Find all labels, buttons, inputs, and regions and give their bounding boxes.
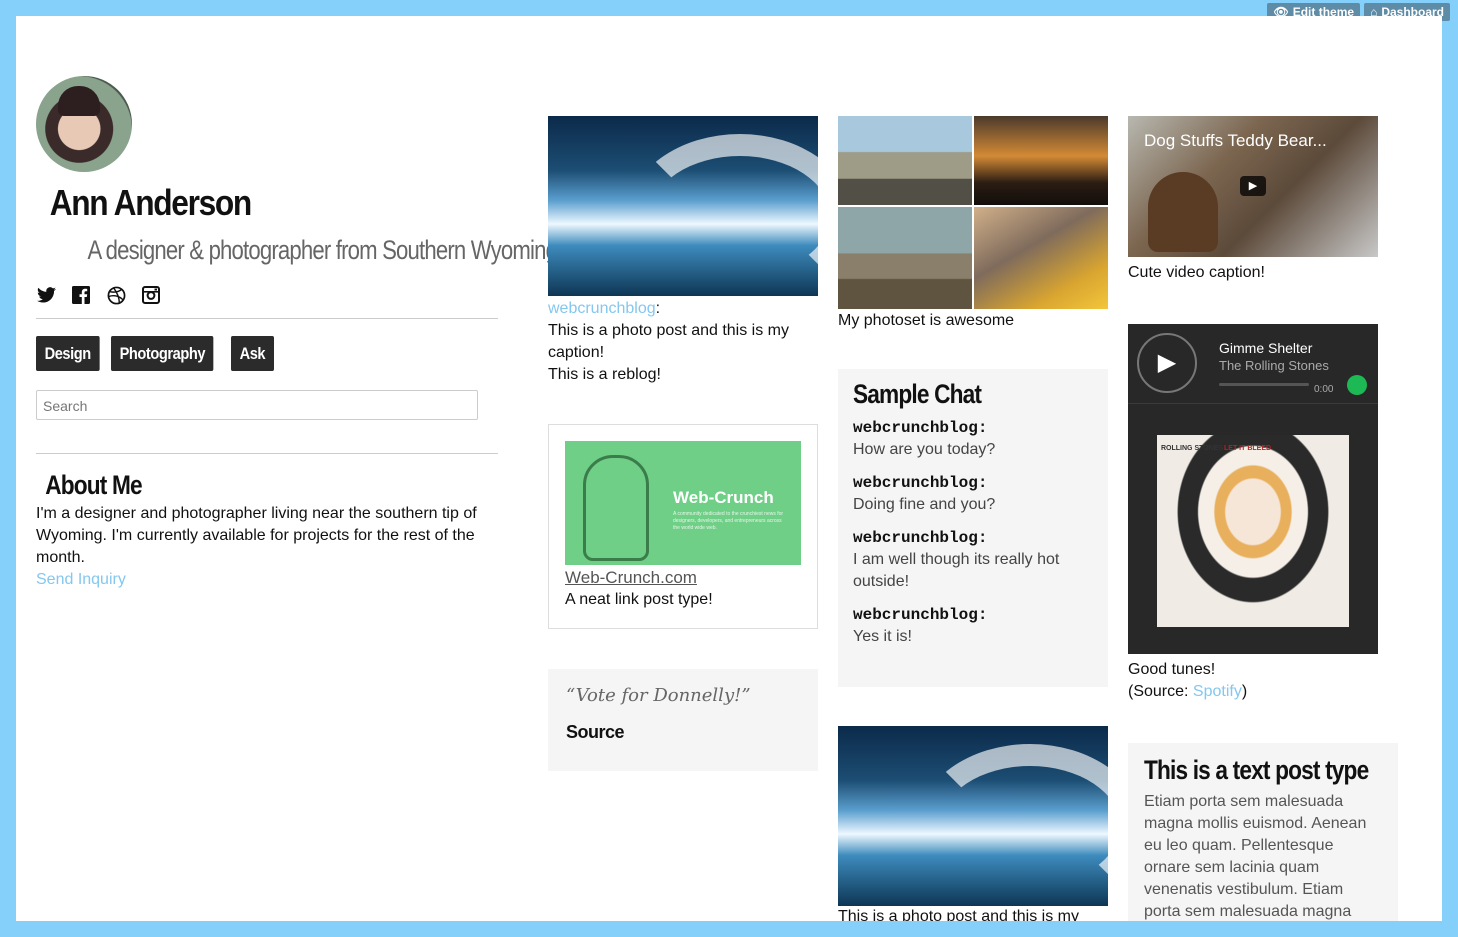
spotify-link[interactable]: Spotify [1193,683,1242,700]
video-title: Dog Stuffs Teddy Bear... [1144,131,1327,150]
facebook-icon[interactable] [71,285,91,305]
chat-post: Sample Chat webcrunchblog: How are you t… [838,369,1108,687]
page-frame: Ann Anderson A designer & photographer f… [16,16,1442,921]
chat-speaker: webcrunchblog: [853,529,988,547]
link-description: A neat link post type! [565,591,713,608]
nav-menu: Design Photography Ask [36,336,281,371]
avatar [36,76,132,172]
photoset-grid [838,116,1108,309]
link-thumbnail[interactable]: Web-Crunch A community dedicated to the … [565,441,801,565]
link-url[interactable]: Web-Crunch.com [565,567,801,589]
video-player[interactable]: Dog Stuffs Teddy Bear... ▶ [1128,116,1378,257]
about-heading: About Me [45,470,142,500]
audio-caption: Good tunes! [1128,661,1216,678]
chat-line: webcrunchblog: Yes it is! [853,604,1093,648]
photo-caption: This is a photo post and this is my capt… [548,322,789,361]
audio-source: (Source: Spotify) [1128,683,1248,700]
reblog-user-link[interactable]: webcrunchblog [548,300,656,317]
album-art: ROLLING STONES LET IT BLEED [1157,435,1349,627]
album-label: ROLLING STONES [1161,445,1224,452]
social-links [36,285,161,305]
photo-post: This is a photo post and this is my [838,726,1108,921]
nav-design[interactable]: Design [36,336,100,371]
text-post: This is a text post type Etiam porta sem… [1128,743,1398,921]
photoset-post: My photoset is awesome [838,116,1108,332]
divider [1128,403,1378,404]
video-post: Dog Stuffs Teddy Bear... ▶ Cute video ca… [1128,116,1398,284]
twitter-icon[interactable] [36,285,56,305]
teddy-bear-image [1148,172,1218,252]
photoset-image[interactable] [838,116,972,205]
chat-title: Sample Chat [853,379,982,409]
chat-message: Doing fine and you? [853,496,996,513]
blog-description: A designer & photographer from Southern … [87,235,558,265]
send-inquiry-link[interactable]: Send Inquiry [36,569,506,591]
photoset-image[interactable] [974,207,1108,309]
nav-photography[interactable]: Photography [110,336,214,371]
spotify-player: ▶ Gimme Shelter The Rolling Stones 0:00 … [1128,324,1378,654]
dribbble-icon[interactable] [106,285,126,305]
chat-message: How are you today? [853,441,996,458]
album-label: LET IT BLEED [1224,445,1272,452]
photo-image[interactable] [838,726,1108,906]
progress-bar[interactable] [1219,383,1309,386]
track-artist: The Rolling Stones [1219,358,1329,373]
photoset-image[interactable] [838,207,972,309]
dinosaur-icon [583,455,649,561]
chat-speaker: webcrunchblog: [853,419,988,437]
photoset-image[interactable] [974,116,1108,205]
search-input[interactable]: Search [36,390,478,420]
blog-title[interactable]: Ann Anderson [50,182,253,224]
nav-ask[interactable]: Ask [231,336,274,371]
quote-post: “Vote for Donnelly!” Source [548,669,818,771]
link-blurb: A community dedicated to the crunchiest … [673,511,784,531]
reblog-text: This is a reblog! [548,366,661,383]
video-caption: Cute video caption! [1128,264,1265,281]
quote-text: “Vote for Donnelly!” [566,685,751,706]
audio-post: ▶ Gimme Shelter The Rolling Stones 0:00 … [1128,324,1378,703]
link-post: Web-Crunch A community dedicated to the … [548,424,818,629]
chat-line: webcrunchblog: Doing fine and you? [853,472,1093,516]
photoset-caption: My photoset is awesome [838,312,1015,329]
photo-caption: This is a photo post and this is my [838,908,1079,921]
chat-speaker: webcrunchblog: [853,474,988,492]
divider [36,318,498,319]
chat-line: webcrunchblog: How are you today? [853,417,1093,461]
link-brand: Web-Crunch [673,488,774,507]
photo-post: webcrunchblog: This is a photo post and … [548,116,818,386]
track-time: 0:00 [1314,384,1334,395]
photo-image[interactable] [548,116,818,296]
text-post-title[interactable]: This is a text post type [1144,757,1369,784]
play-button[interactable]: ▶ [1137,333,1197,393]
about-text: I'm a designer and photographer living n… [36,505,477,566]
chat-line: webcrunchblog: I am well though its real… [853,527,1093,593]
quote-source[interactable]: Source [566,721,800,743]
chat-message: Yes it is! [853,628,912,645]
divider [36,453,498,454]
spotify-icon [1347,375,1367,395]
chat-speaker: webcrunchblog: [853,606,988,624]
instagram-icon[interactable] [141,285,161,305]
about-section: I'm a designer and photographer living n… [36,503,506,591]
chat-message: I am well though its really hot outside! [853,551,1060,590]
text-post-body: Etiam porta sem malesuada magna mollis e… [1144,793,1367,920]
play-icon[interactable]: ▶ [1240,176,1266,196]
